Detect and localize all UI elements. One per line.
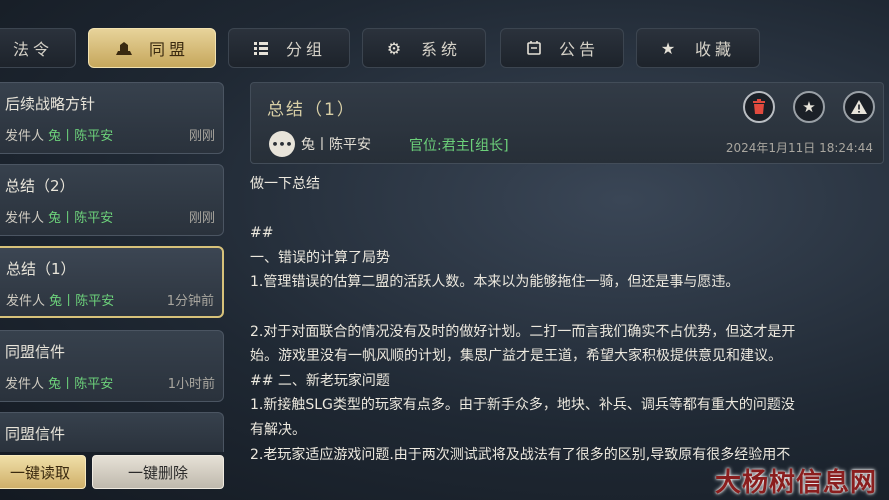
body-line: 一、错误的计算了局势 xyxy=(250,249,390,266)
body-line xyxy=(250,295,884,320)
tab-label: 同盟 xyxy=(148,40,189,59)
body-line: ## xyxy=(250,225,274,242)
notice-icon xyxy=(525,39,543,57)
body-line: 1.新接触SLG类型的玩家有点多。由于新手众多，地块、补兵、调兵等都有重大的问题… xyxy=(250,397,795,414)
star-icon: ★ xyxy=(660,38,680,58)
body-line: ## 二、新老玩家问题 xyxy=(250,372,390,389)
mail-timestamp: 2024年1月11日 18:24:44 xyxy=(725,141,873,155)
favorite-star-icon[interactable]: ★ xyxy=(793,91,825,123)
mail-sender: 发件人 兔丨陈平安 xyxy=(5,211,114,226)
mail-item[interactable]: 总结（2） 发件人 兔丨陈平安 刚刚 xyxy=(0,164,224,236)
mail-sender: 发件人 兔丨陈平安 xyxy=(6,294,115,309)
mail-time: 1分钟前 xyxy=(166,294,214,309)
report-warning-icon[interactable] xyxy=(843,91,875,123)
mail-sender: 发件人 兔丨陈平安 xyxy=(5,377,114,392)
mail-time: 刚刚 xyxy=(188,129,215,144)
tab-system[interactable]: ⚙ 系统 xyxy=(362,28,486,68)
mail-title: 后续战略方针 xyxy=(5,95,96,113)
tab-label: 收藏 xyxy=(694,40,735,59)
tab-label: 公告 xyxy=(558,40,599,59)
mail-body: 做一下总结 ## 一、错误的计算了局势 1.管理错误的估算二盟的活跃人数。本来以… xyxy=(250,172,884,472)
tab-label: 法令 xyxy=(12,40,53,59)
sender-rank: 官位:君主[组长] xyxy=(409,138,509,154)
mail-title: 总结（2） xyxy=(5,177,75,195)
tab-label: 分组 xyxy=(285,40,326,59)
mail-item[interactable]: 同盟信件 xyxy=(0,412,224,452)
mail-detail-sender: ••• 兔丨陈平安 xyxy=(269,131,371,157)
delete-all-button[interactable]: 一键删除 xyxy=(92,455,224,489)
chat-bubble-icon[interactable]: ••• xyxy=(269,131,295,157)
body-line: 2.对于对面联合的情况没有及时的做好计划。二打一而言我们确实不占优势，但这才是开 xyxy=(250,323,796,340)
tab-edict[interactable]: 法令 xyxy=(0,28,76,68)
body-line xyxy=(250,197,884,222)
site-watermark: 大杨树信息网 xyxy=(715,468,878,498)
read-all-button[interactable]: 一键读取 xyxy=(0,455,86,489)
tab-notice[interactable]: 公告 xyxy=(500,28,624,68)
tab-group[interactable]: 分组 xyxy=(228,28,350,68)
group-icon xyxy=(252,39,270,57)
body-line: 1.管理错误的估算二盟的活跃人数。本来以为能够拖住一骑，但还是事与愿违。 xyxy=(250,274,740,291)
mail-detail-title: 总结（1） xyxy=(267,100,356,120)
top-tab-bar: 法令 同盟 分组 ⚙ 系统 公告 ★ 收藏 xyxy=(0,0,889,80)
body-line: 有解决。 xyxy=(250,421,306,438)
tab-favorites[interactable]: ★ 收藏 xyxy=(636,28,760,68)
body-line: 始。游戏里没有一帆风顺的计划，集思广益才是王道，希望大家积极提供意见和建议。 xyxy=(250,348,782,365)
mail-title: 同盟信件 xyxy=(5,425,66,443)
mail-detail-header: 总结（1） ••• 兔丨陈平安 官位:君主[组长] 2024年1月11日 18:… xyxy=(250,82,884,164)
alliance-icon xyxy=(115,39,133,57)
body-line: 做一下总结 xyxy=(250,176,320,192)
mail-item[interactable]: 后续战略方针 发件人 兔丨陈平安 刚刚 xyxy=(0,82,224,154)
mail-item[interactable]: 同盟信件 发件人 兔丨陈平安 1小时前 xyxy=(0,330,224,402)
mail-time: 1小时前 xyxy=(167,377,215,392)
gear-icon: ⚙ xyxy=(386,38,406,58)
trash-icon[interactable] xyxy=(743,91,775,123)
mail-item-selected[interactable]: 总结（1） 发件人 兔丨陈平安 1分钟前 xyxy=(0,246,224,318)
mail-title: 总结（1） xyxy=(6,260,76,278)
mail-title: 同盟信件 xyxy=(5,343,66,361)
tab-label: 系统 xyxy=(420,40,461,59)
tab-alliance[interactable]: 同盟 xyxy=(88,28,216,68)
mail-sender: 发件人 兔丨陈平安 xyxy=(5,129,114,144)
mail-time: 刚刚 xyxy=(188,211,215,226)
